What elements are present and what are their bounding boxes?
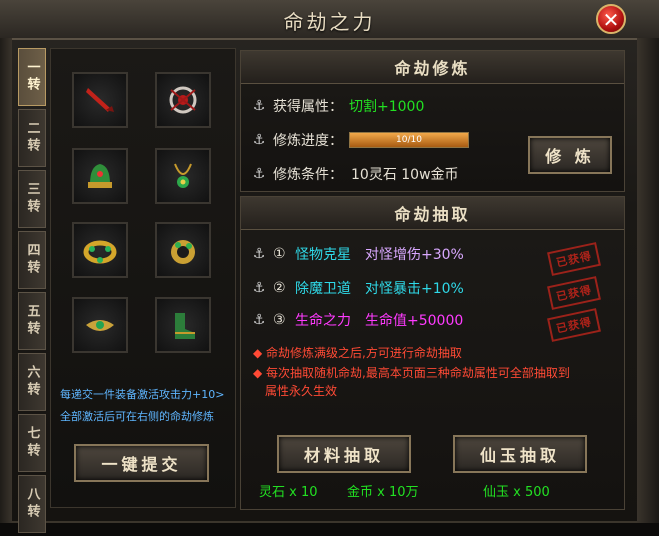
amulet-icon	[174, 163, 192, 188]
tab-rank-5[interactable]: 五转	[18, 292, 46, 350]
window-title: 命劫之力	[283, 10, 376, 34]
draw-note-1-text: 命劫修炼满级之后,方可进行命劫抽取	[266, 346, 462, 360]
equip-slot-boots[interactable]	[155, 297, 211, 353]
equip-slot-ring[interactable]	[155, 222, 211, 278]
equip-slot-necklace[interactable]	[155, 72, 211, 128]
tab-rank-2[interactable]: 二转	[18, 109, 46, 167]
rank-tabs: 一转 二转 三转 四转 五转 六转 七转 八转	[18, 48, 48, 536]
draw-name: 除魔卫道	[295, 281, 351, 297]
sword-icon	[86, 88, 114, 112]
equip-slot-bracelet[interactable]	[72, 222, 128, 278]
jade-draw-button[interactable]: 仙玉抽取	[453, 435, 587, 473]
draw-effect: 对怪增伤+30%	[365, 247, 464, 263]
lingshi-cost: 灵石 x 10	[259, 485, 318, 500]
equip-slot-amulet[interactable]	[155, 148, 211, 204]
close-icon[interactable]: ✕	[596, 4, 626, 34]
helmet-icon	[88, 164, 112, 188]
anchor-icon: ⚓	[252, 246, 266, 262]
jade-cost: 仙玉 x 500	[483, 485, 550, 500]
condition-label: 修炼条件：	[273, 167, 343, 183]
tab-rank-8[interactable]: 八转	[18, 475, 46, 533]
boots-icon	[175, 313, 195, 339]
draw-row-2: ⚓ ② 除魔卫道 对怪暴击+10%	[251, 277, 464, 299]
obtained-stamp: 已获得	[547, 308, 601, 342]
left-edge	[0, 38, 12, 523]
anchor-icon: ⚓	[252, 98, 266, 114]
progress-row: ⚓ 修炼进度： 10/10	[251, 129, 469, 151]
gold-cost: 金币 x 10万	[347, 485, 419, 500]
row-number: ①	[273, 246, 286, 262]
anchor-icon: ⚓	[252, 132, 266, 148]
attr-row: ⚓ 获得属性： 切割+1000	[251, 95, 425, 117]
draw-effect: 对怪暴击+10%	[365, 281, 464, 297]
anchor-icon: ⚓	[252, 312, 266, 328]
attr-value: 切割+1000	[349, 99, 425, 115]
cultivate-header: 命劫修炼	[241, 51, 624, 84]
right-edge	[637, 38, 659, 523]
cultivate-panel: 命劫修炼 ⚓ 获得属性： 切割+1000 ⚓ 修炼进度： 10/10 ⚓ 修炼条…	[240, 50, 625, 192]
draw-row-3: ⚓ ③ 生命之力 生命值+50000	[251, 309, 464, 331]
draw-row-1: ⚓ ① 怪物克星 对怪增伤+30%	[251, 243, 464, 265]
equip-slot-helmet[interactable]	[72, 148, 128, 204]
draw-note-2-text: 每次抽取随机命劫,最高本页面三种命劫属性可全部抽取到	[266, 366, 570, 380]
equip-slot-weapon[interactable]	[72, 72, 128, 128]
progress-label: 修炼进度：	[273, 133, 343, 149]
row-number: ③	[273, 312, 286, 328]
row-number: ②	[273, 280, 286, 296]
tab-rank-7[interactable]: 七转	[18, 414, 46, 472]
ring-icon	[171, 240, 195, 264]
draw-name: 生命之力	[295, 313, 351, 329]
draw-note-2: ◆ 每次抽取随机命劫,最高本页面三种命劫属性可全部抽取到	[253, 366, 570, 380]
tab-rank-4[interactable]: 四转	[18, 231, 46, 289]
progress-text: 10/10	[396, 135, 422, 145]
condition-row: ⚓ 修炼条件： 10灵石 10w金币	[251, 163, 459, 185]
belt-icon	[86, 320, 114, 331]
title-bar: 命劫之力 ✕	[0, 0, 659, 40]
draw-header: 命劫抽取	[241, 197, 624, 230]
hint-unlock-text: 全部激活后可在右侧的命劫修炼	[60, 410, 214, 423]
cultivate-button[interactable]: 修 炼	[528, 136, 612, 174]
attr-label: 获得属性：	[273, 99, 343, 115]
material-draw-button[interactable]: 材料抽取	[277, 435, 411, 473]
anchor-icon: ⚓	[252, 280, 266, 296]
anchor-icon: ⚓	[252, 166, 266, 182]
bracelet-icon	[83, 240, 117, 264]
draw-panel: 命劫抽取 ⚓ ① 怪物克星 对怪增伤+30% 已获得 ⚓ ② 除魔卫道 对怪暴击…	[240, 196, 625, 510]
condition-value: 10灵石 10w金币	[351, 167, 459, 183]
draw-effect: 生命值+50000	[365, 313, 464, 329]
hint-activate-text: 每递交一件装备激活攻击力+10>	[60, 388, 225, 401]
progress-bar: 10/10	[349, 132, 469, 148]
tab-rank-1[interactable]: 一转	[18, 48, 46, 106]
submit-all-button[interactable]: 一键提交	[74, 444, 209, 482]
tab-rank-6[interactable]: 六转	[18, 353, 46, 411]
equip-slot-belt[interactable]	[72, 297, 128, 353]
obtained-stamp: 已获得	[547, 242, 601, 276]
tab-rank-3[interactable]: 三转	[18, 170, 46, 228]
draw-name: 怪物克星	[295, 247, 351, 263]
draw-note-2-cont: 属性永久生效	[265, 384, 338, 398]
necklace-icon	[169, 86, 197, 114]
draw-note-1: ◆ 命劫修炼满级之后,方可进行命劫抽取	[253, 346, 462, 360]
obtained-stamp: 已获得	[547, 276, 601, 310]
